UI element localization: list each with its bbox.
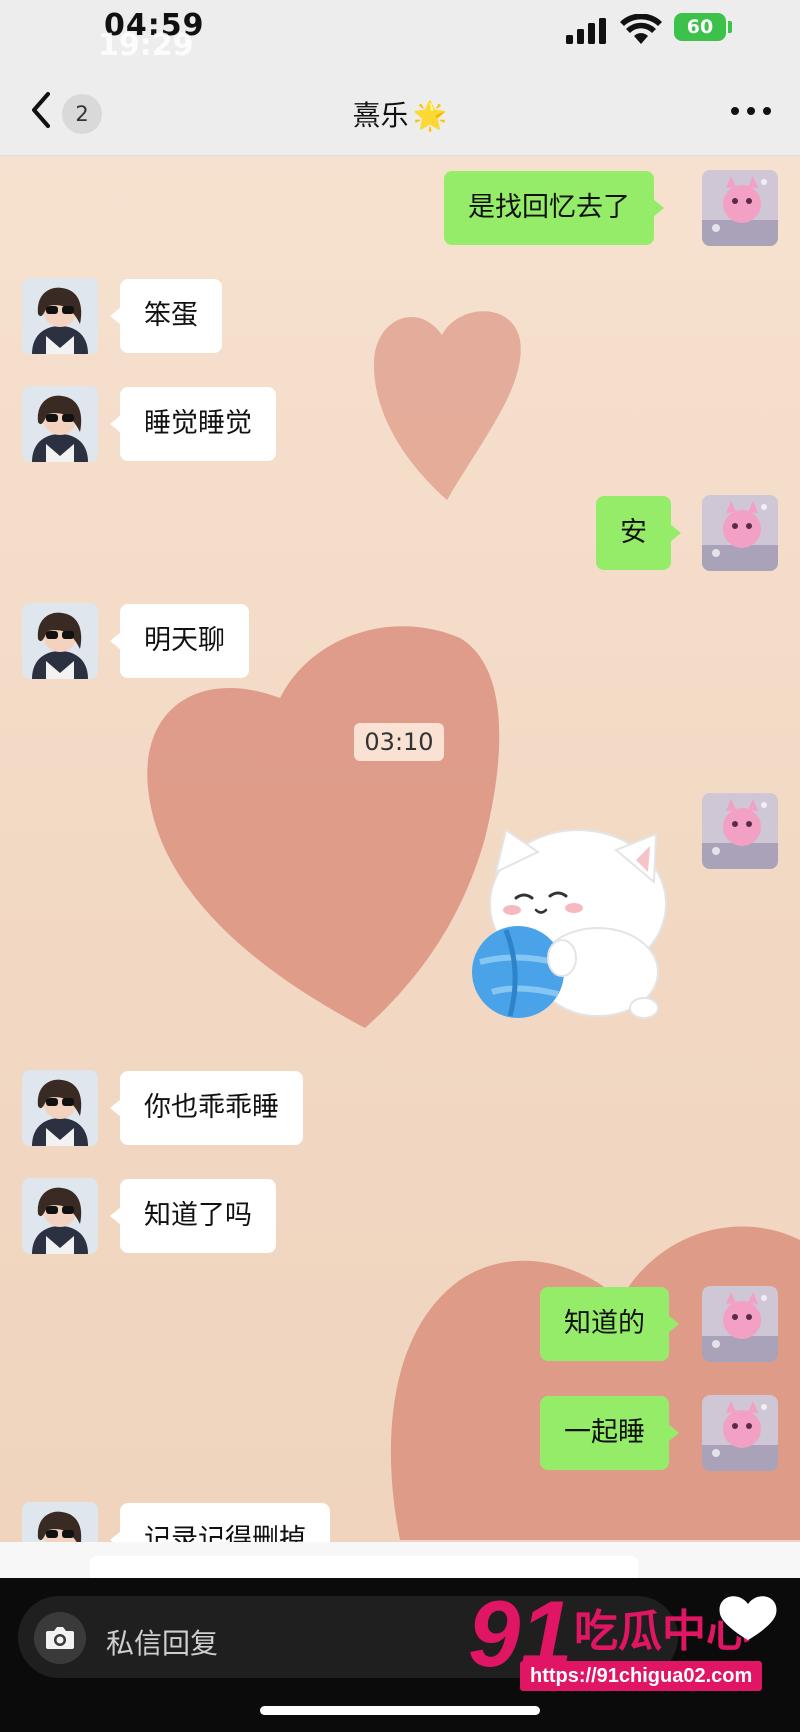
message-bubble-received[interactable]: 知道了吗 xyxy=(110,1179,276,1253)
battery-icon: 60 xyxy=(674,13,726,41)
my-avatar[interactable] xyxy=(702,495,778,571)
wallpaper-heart-small xyxy=(373,311,521,500)
contact-avatar[interactable] xyxy=(22,1178,98,1254)
chat-title: 熹乐 🌟 xyxy=(0,94,800,134)
message-bubble-received[interactable]: 你也乖乖睡 xyxy=(110,1071,303,1145)
signal-icon xyxy=(566,18,606,44)
message-timestamp: 03:10 xyxy=(354,723,444,761)
chat-input-bar xyxy=(0,1542,800,1596)
wifi-icon xyxy=(620,14,662,44)
my-avatar[interactable] xyxy=(702,793,778,869)
more-dots-icon[interactable] xyxy=(726,96,776,126)
camera-icon[interactable] xyxy=(34,1612,86,1664)
message-bubble-received[interactable]: 笨蛋 xyxy=(110,279,222,353)
status-time-overlay: 19:29 xyxy=(98,28,194,63)
contact-avatar[interactable] xyxy=(22,1070,98,1146)
star-emoji: 🌟 xyxy=(412,99,448,132)
message-bubble-sent[interactable]: 是找回忆去了 xyxy=(444,171,664,245)
my-avatar[interactable] xyxy=(702,170,778,246)
contact-name: 熹乐 xyxy=(352,99,409,132)
battery-nub xyxy=(728,21,732,33)
message-bubble-sent[interactable]: 一起睡 xyxy=(540,1396,679,1470)
battery-level: 60 xyxy=(686,16,714,38)
my-avatar[interactable] xyxy=(702,1395,778,1471)
message-bubble-sent[interactable]: 安 xyxy=(596,496,681,570)
contact-avatar[interactable] xyxy=(22,386,98,462)
contact-avatar[interactable] xyxy=(22,278,98,354)
chat-screen: 04:59 19:29 60 2 熹乐 🌟 是找回忆去了 笨蛋 睡觉睡觉 安 明… xyxy=(0,0,800,1732)
watermark-url: https://91chigua02.com xyxy=(520,1661,763,1691)
message-bubble-received[interactable]: 明天聊 xyxy=(110,604,249,678)
reply-placeholder: 私信回复 xyxy=(106,1627,219,1660)
cat-sticker[interactable] xyxy=(466,812,676,1032)
message-bubble-sent[interactable]: 知道的 xyxy=(540,1287,679,1361)
my-avatar[interactable] xyxy=(702,1286,778,1362)
message-bubble-received[interactable]: 睡觉睡觉 xyxy=(110,387,276,461)
contact-avatar[interactable] xyxy=(22,603,98,679)
status-bar: 04:59 19:29 60 xyxy=(0,0,800,66)
chat-header: 2 熹乐 🌟 xyxy=(0,66,800,156)
home-indicator xyxy=(260,1706,540,1715)
